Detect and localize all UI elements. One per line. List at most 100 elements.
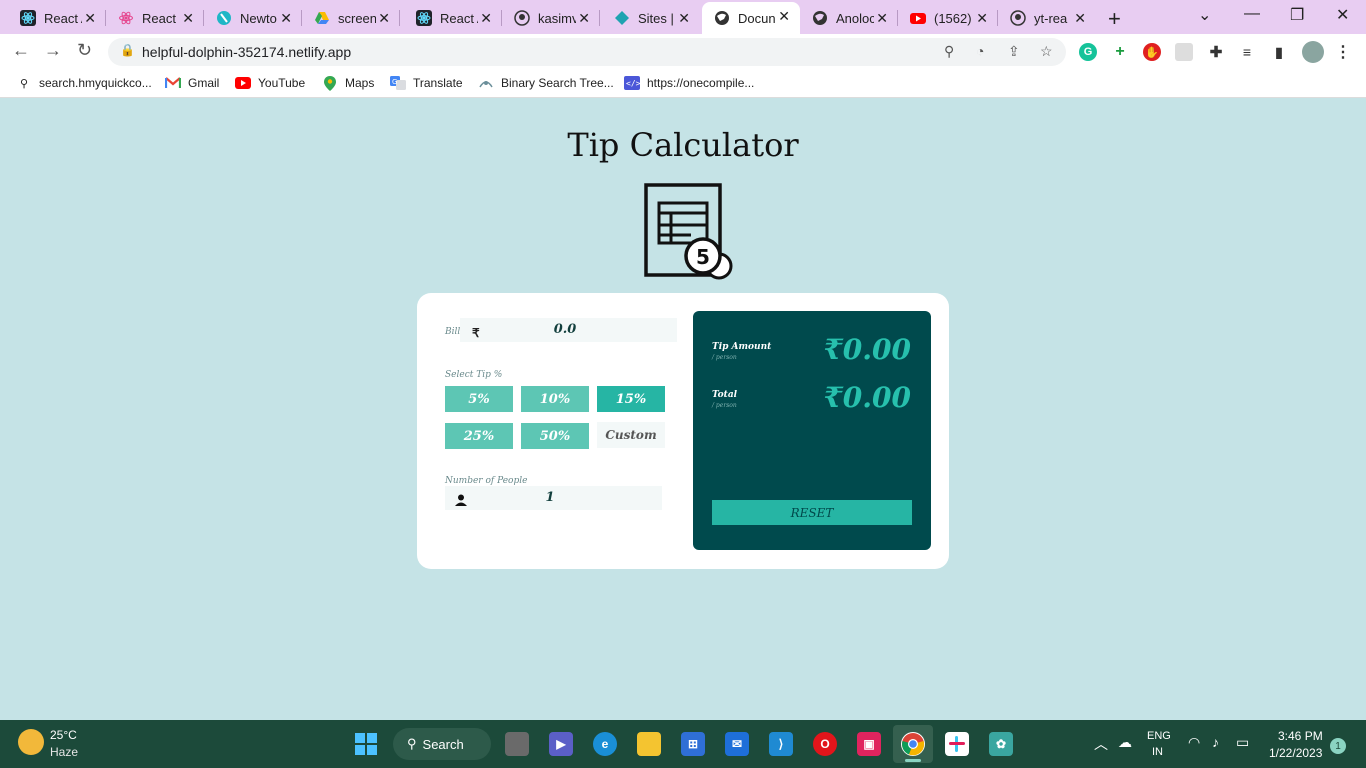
- app-icon[interactable]: ✿: [989, 732, 1013, 756]
- bookmark-gmail[interactable]: Gmail: [165, 76, 219, 90]
- windows-taskbar: 25°C Haze ⚲ Search ▶ e ⊞ ✉ ⟩ O ▣ ✿ ︿ ☁ E…: [0, 720, 1366, 768]
- forward-arrow-icon[interactable]: →: [44, 40, 62, 61]
- avatar[interactable]: [1302, 41, 1324, 63]
- battery-icon[interactable]: ▭: [1236, 734, 1249, 751]
- close-icon[interactable]: ✕: [480, 10, 492, 27]
- svg-text:G: G: [392, 78, 397, 86]
- side-panel-icon[interactable]: ▮: [1270, 43, 1288, 61]
- close-icon[interactable]: ✕: [876, 10, 888, 27]
- bookmark-translate[interactable]: G Translate: [390, 76, 463, 90]
- tip-10-button[interactable]: 10%: [521, 386, 589, 412]
- notification-badge[interactable]: 1: [1330, 738, 1346, 754]
- close-icon[interactable]: ✕: [280, 10, 292, 27]
- bookmark-label: Translate: [413, 76, 463, 90]
- address-bar[interactable]: 🔒 helpful-dolphin-352174.netlify.app ⚲ ◔…: [108, 38, 1066, 66]
- reset-button[interactable]: RESET: [712, 500, 912, 525]
- close-icon[interactable]: ✕: [976, 10, 988, 27]
- bookmark-star-icon[interactable]: ☆: [1040, 43, 1053, 60]
- tab-react-a-2[interactable]: React A ✕: [404, 4, 502, 32]
- custom-tip-input[interactable]: Custom: [597, 422, 665, 448]
- menu-kebab-icon[interactable]: ⋮: [1334, 43, 1352, 61]
- tip-5-button[interactable]: 5%: [445, 386, 513, 412]
- close-icon[interactable]: ✕: [678, 10, 690, 27]
- opera-icon[interactable]: O: [813, 732, 837, 756]
- close-icon[interactable]: ✕: [378, 10, 390, 27]
- close-icon[interactable]: ✕: [578, 10, 590, 27]
- tab-document-active[interactable]: Docun ✕: [702, 2, 800, 34]
- weather-temperature[interactable]: 25°C: [50, 728, 77, 742]
- tab-react-i[interactable]: React I ✕: [106, 4, 204, 32]
- zoom-icon[interactable]: ⚲: [944, 43, 954, 60]
- task-view-icon[interactable]: [505, 732, 529, 756]
- chrome-icon[interactable]: [901, 732, 925, 756]
- share-icon[interactable]: ⇪: [1008, 43, 1020, 60]
- slack-icon[interactable]: [945, 732, 969, 756]
- file-explorer-icon[interactable]: [637, 732, 661, 756]
- netlify-icon: [614, 10, 630, 26]
- wifi-icon[interactable]: ◠: [1188, 734, 1200, 751]
- tip-50-button[interactable]: 50%: [521, 423, 589, 449]
- bookmark-bst[interactable]: Binary Search Tree...: [478, 76, 614, 90]
- code-icon: </>: [624, 76, 640, 90]
- microsoft-store-icon[interactable]: ⊞: [681, 732, 705, 756]
- tab-search-chevron-icon[interactable]: ⌄: [1198, 5, 1211, 25]
- extension-icon[interactable]: [1175, 43, 1193, 61]
- drive-icon: [314, 10, 330, 26]
- start-windows-icon[interactable]: [354, 732, 378, 756]
- search-icon: ⚲: [19, 77, 29, 90]
- weather-description[interactable]: Haze: [50, 745, 78, 759]
- maps-icon: [322, 75, 338, 91]
- language-region[interactable]: IN: [1152, 746, 1163, 758]
- tab-newton[interactable]: Newto ✕: [204, 4, 302, 32]
- close-icon[interactable]: ✕: [1074, 10, 1086, 27]
- network-off-icon[interactable]: ☁: [1118, 734, 1132, 751]
- svg-text:5: 5: [696, 245, 710, 269]
- window-close-icon[interactable]: ✕: [1336, 5, 1349, 25]
- reload-icon[interactable]: ↻: [77, 40, 92, 61]
- tab-react-a[interactable]: React A ✕: [8, 4, 106, 32]
- clock-date[interactable]: 1/22/2023: [1269, 746, 1322, 760]
- tip-15-button[interactable]: 15%: [597, 386, 665, 412]
- clock-time[interactable]: 3:46 PM: [1278, 729, 1323, 743]
- new-tab-plus-icon[interactable]: +: [1108, 6, 1121, 32]
- plus-extension-icon[interactable]: +: [1111, 43, 1129, 61]
- edge-icon[interactable]: e: [593, 732, 617, 756]
- media-icon[interactable]: ≡: [1238, 43, 1256, 61]
- tab-youtube[interactable]: (1562) ✕: [898, 4, 998, 32]
- tab-title: React A: [440, 10, 478, 26]
- tab-sites[interactable]: Sites | ✕: [602, 4, 700, 32]
- teams-icon[interactable]: ▶: [549, 732, 573, 756]
- weather-haze-icon[interactable]: [18, 729, 44, 755]
- volume-icon[interactable]: ♪: [1212, 734, 1219, 750]
- bookmark-maps[interactable]: Maps: [322, 75, 374, 91]
- mail-icon[interactable]: ✉: [725, 732, 749, 756]
- tab-anolog[interactable]: Anoloc ✕: [800, 4, 898, 32]
- taskbar-search[interactable]: ⚲ Search: [393, 728, 491, 760]
- tip-25-button[interactable]: 25%: [445, 423, 513, 449]
- tip-amount-label: Tip Amount: [712, 342, 772, 352]
- tab-title: Newto: [240, 10, 277, 26]
- adblock-icon[interactable]: ✋: [1143, 43, 1161, 61]
- tab-screen[interactable]: screen ✕: [302, 4, 400, 32]
- tab-yt-react[interactable]: yt-rea ✕: [998, 4, 1096, 32]
- puzzle-icon[interactable]: ✚: [1207, 43, 1225, 61]
- bookmark-onecompiler[interactable]: </> https://onecompile...: [624, 76, 754, 90]
- people-input[interactable]: 1: [445, 486, 662, 510]
- bookmark-search[interactable]: ⚲ search.hmyquickco...: [16, 76, 152, 90]
- close-icon[interactable]: ✕: [778, 8, 790, 25]
- grammarly-icon[interactable]: G: [1079, 43, 1097, 61]
- bookmark-youtube[interactable]: YouTube: [235, 76, 305, 90]
- minimize-icon[interactable]: —: [1244, 5, 1260, 23]
- tab-kasim[interactable]: kasimv ✕: [502, 4, 600, 32]
- clipchamp-icon[interactable]: ▣: [857, 732, 881, 756]
- chevron-up-icon[interactable]: ︿: [1094, 734, 1108, 754]
- close-icon[interactable]: ✕: [84, 10, 96, 27]
- performance-icon[interactable]: ◔: [976, 43, 984, 59]
- bill-input[interactable]: ₹ 0.0: [460, 318, 677, 342]
- language-code[interactable]: ENG: [1147, 730, 1171, 742]
- bill-label: Bill: [445, 327, 461, 337]
- vscode-icon[interactable]: ⟩: [769, 732, 793, 756]
- back-arrow-icon[interactable]: ←: [12, 40, 30, 61]
- close-icon[interactable]: ✕: [182, 10, 194, 27]
- restore-icon[interactable]: ❐: [1290, 5, 1304, 25]
